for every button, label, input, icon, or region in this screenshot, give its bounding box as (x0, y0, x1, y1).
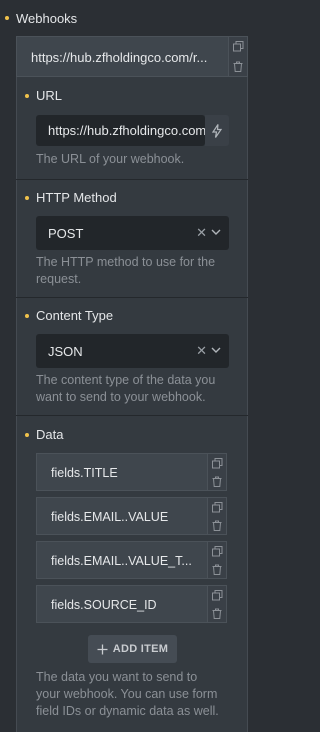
method-select[interactable]: POST ✕ (36, 216, 229, 250)
data-item[interactable]: fields.TITLE (36, 453, 207, 491)
method-label: HTTP Method (36, 190, 117, 205)
data-item-actions (207, 453, 227, 491)
required-dot (25, 196, 29, 200)
chevron-down-icon (211, 229, 221, 235)
copy-icon[interactable] (208, 542, 226, 560)
trash-icon[interactable] (208, 516, 226, 534)
webhook-item-actions (228, 36, 248, 77)
divider (16, 297, 248, 298)
content-type-select[interactable]: JSON ✕ (36, 334, 229, 368)
required-dot (25, 94, 29, 98)
url-value: https://hub.zfholdingco.com (48, 123, 205, 138)
chevron-down-icon (211, 347, 221, 353)
content-type-help: The content type of the data you want to… (36, 373, 216, 404)
add-item-button[interactable]: ADD ITEM (88, 635, 177, 663)
url-help: The URL of your webhook. (36, 152, 185, 166)
method-value: POST (48, 226, 84, 241)
copy-icon[interactable] (208, 498, 226, 516)
required-dot (25, 433, 29, 437)
content-type-value: JSON (48, 344, 83, 359)
data-item-actions (207, 497, 227, 535)
bolt-icon (212, 123, 222, 138)
divider (16, 179, 248, 180)
required-dot (5, 16, 9, 20)
copy-icon[interactable] (229, 37, 247, 57)
data-item-actions (207, 541, 227, 579)
url-input[interactable]: https://hub.zfholdingco.com (36, 115, 205, 146)
required-dot (25, 314, 29, 318)
data-item[interactable]: fields.EMAIL..VALUE_T... (36, 541, 207, 579)
data-item-actions (207, 585, 227, 623)
url-label: URL (36, 88, 63, 103)
plus-icon (97, 644, 108, 654)
data-label: Data (36, 427, 64, 442)
dynamic-data-button[interactable] (205, 115, 229, 146)
trash-icon[interactable] (208, 604, 226, 622)
clear-icon[interactable]: ✕ (196, 343, 207, 359)
section-title: Webhooks (16, 11, 78, 26)
divider (16, 415, 248, 416)
data-item[interactable]: fields.SOURCE_ID (36, 585, 207, 623)
add-item-label: ADD ITEM (112, 643, 169, 655)
method-help: The HTTP method to use for the request. (36, 255, 216, 286)
webhook-item-header[interactable]: https://hub.zfholdingco.com/r... (16, 36, 228, 77)
trash-icon[interactable] (208, 560, 226, 578)
copy-icon[interactable] (208, 454, 226, 472)
content-type-label: Content Type (36, 308, 114, 323)
data-help: The data you want to send to your webhoo… (36, 670, 219, 718)
copy-icon[interactable] (208, 586, 226, 604)
trash-icon[interactable] (208, 472, 226, 490)
trash-icon[interactable] (229, 57, 247, 77)
data-item[interactable]: fields.EMAIL..VALUE (36, 497, 207, 535)
clear-icon[interactable]: ✕ (196, 225, 207, 241)
